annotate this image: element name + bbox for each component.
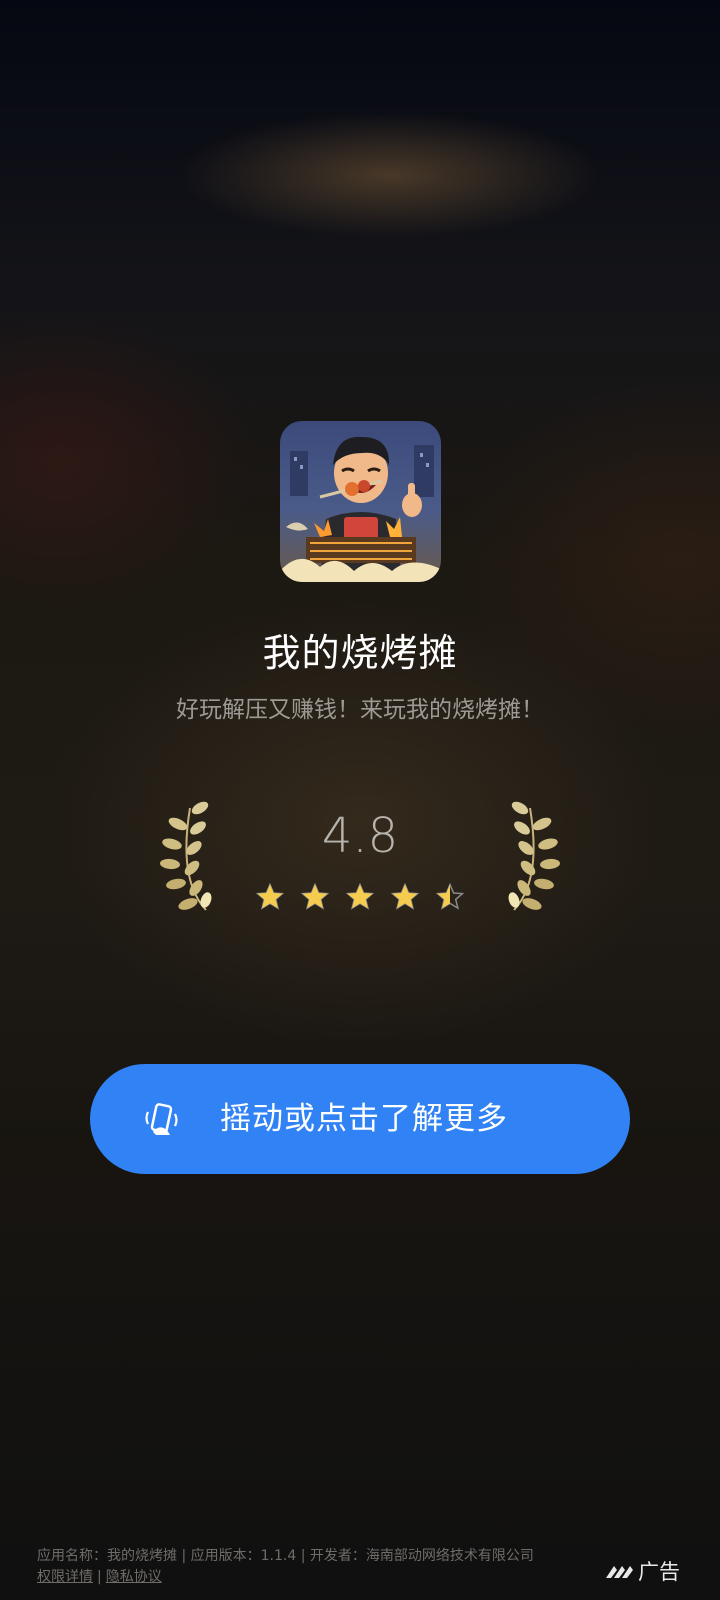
- ad-label: 广告: [638, 1560, 680, 1584]
- rating-stars: [256, 883, 464, 911]
- ad-badge: 广告: [604, 1556, 680, 1586]
- app-info-text: 应用名称：我的烧烤摊 | 应用版本：1.1.4 | 开发者：海南部动网络技术有限…: [37, 1548, 534, 1564]
- bbq-character-illustration: [280, 436, 441, 582]
- star-full-icon: [391, 883, 419, 910]
- rating-block: 4.8: [160, 800, 560, 920]
- shake-phone-icon: [145, 1103, 178, 1135]
- star-full-icon: [346, 883, 374, 910]
- star-full-icon: [256, 883, 284, 910]
- star-half-icon: [436, 883, 464, 910]
- rating-score: 4.8: [321, 808, 399, 864]
- app-info-footer: 应用名称：我的烧烤摊 | 应用版本：1.1.4 | 开发者：海南部动网络技术有限…: [37, 1546, 597, 1588]
- app-tagline: 好玩解压又赚钱！来玩我的烧烤摊！: [176, 697, 544, 723]
- privacy-link[interactable]: 隐私协议: [106, 1569, 162, 1585]
- learn-more-label: 摇动或点击了解更多: [220, 1101, 508, 1137]
- ad-landing-card[interactable]: 我的烧烤摊 好玩解压又赚钱！来玩我的烧烤摊！ 4.8 摇动或点击了解更多 应用名…: [0, 0, 720, 1600]
- app-title: 我的烧烤摊: [262, 631, 458, 675]
- permissions-link[interactable]: 权限详情: [37, 1569, 93, 1585]
- star-full-icon: [301, 883, 329, 910]
- footer-divider: |: [97, 1569, 102, 1585]
- app-icon[interactable]: [280, 421, 441, 582]
- learn-more-button[interactable]: 摇动或点击了解更多: [90, 1064, 630, 1174]
- ad-logo-icon: [606, 1566, 633, 1578]
